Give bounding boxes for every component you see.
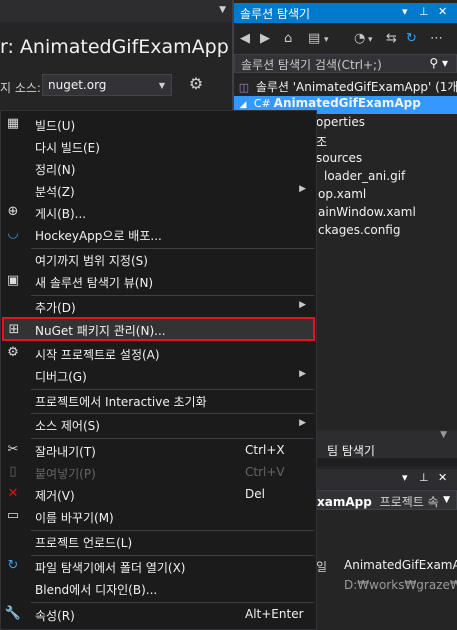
solution-search-input[interactable]: 솔루션 탐색기 검색(Ctrl+;) ⚲ ▾: [234, 54, 457, 73]
close-icon[interactable]: ✕: [438, 471, 447, 484]
close-icon[interactable]: ✕: [438, 5, 447, 18]
chevron-down-icon: ▼: [158, 81, 165, 90]
pin-icon[interactable]: ⊥: [419, 471, 429, 484]
settings-gear-icon[interactable]: ⚙: [186, 74, 206, 94]
project-context-menu: ▦ 빌드(U) 다시 빌드(E) 정리(N) 분석(Z) ▶ ⊕ 게시(B)..…: [0, 110, 317, 630]
package-source-label: 지 소스:: [0, 81, 41, 95]
solution-explorer-toolbar: ◀ ▶ ⌂ ▤ ▾ ◔ ▾ ⇆ ↻ ⋯: [234, 27, 457, 53]
solution-explorer-title: 솔루션 탐색기: [240, 7, 311, 21]
scroll-down-icon[interactable]: ▼: [440, 430, 447, 440]
solution-icon: ◫: [238, 81, 250, 94]
remove-icon: ✕: [7, 486, 19, 501]
nuget-package-icon: ⊞: [8, 322, 20, 337]
menu-item-properties[interactable]: 🔧 속성(R) Alt+Enter: [1, 604, 316, 625]
solution-explorer-titlebar: 솔루션 탐색기 ▾ ⊥ ✕: [234, 3, 457, 23]
menu-item-hockeyapp[interactable]: ◡ HockeyApp으로 배포...: [1, 224, 316, 245]
search-icon[interactable]: ⚲ ▾: [429, 56, 448, 70]
menu-item-analyze[interactable]: 분석(Z) ▶: [1, 180, 316, 201]
new-view-icon: ▣: [6, 273, 20, 288]
menu-item-remove[interactable]: ✕ 제거(V) Del: [1, 484, 316, 505]
back-icon[interactable]: ◀: [240, 31, 250, 46]
menu-separator: [31, 438, 314, 439]
switch-views-icon[interactable]: ▤: [308, 31, 320, 46]
menu-item-build[interactable]: ▦ 빌드(U): [1, 114, 316, 135]
tree-item-solution[interactable]: ◫ 솔루션 'AnimatedGifExamApp' (1개: [234, 78, 457, 96]
menu-item-manage-nuget[interactable]: ⊞ NuGet 패키지 관리(N)...: [2, 317, 315, 341]
menu-item-debug[interactable]: 디버그(G) ▶: [1, 365, 316, 386]
history-icon[interactable]: ◔: [354, 31, 365, 46]
sync-icon[interactable]: ⇆: [386, 31, 397, 46]
forward-icon[interactable]: ▶: [260, 31, 270, 46]
history-dropdown-icon[interactable]: ▾: [368, 35, 373, 45]
menu-separator: [31, 602, 314, 603]
chevron-down-icon: ▼: [443, 495, 450, 505]
menu-item-init-interactive[interactable]: 프로젝트에서 Interactive 초기화: [1, 390, 316, 411]
package-source-select[interactable]: nuget.org ▼: [42, 74, 172, 96]
menu-item-paste[interactable]: ▯ 붙여넣기(P) Ctrl+V: [1, 462, 316, 483]
home-icon[interactable]: ⌂: [284, 31, 292, 46]
menu-item-unload-project[interactable]: 프로젝트 언로드(L): [1, 531, 316, 552]
page-title: r: AnimatedGifExamApp: [0, 36, 229, 58]
paste-icon: ▯: [9, 464, 17, 479]
tab-dropdown-icon[interactable]: ▼: [219, 5, 226, 15]
submenu-arrow-icon: ▶: [299, 369, 306, 379]
expander-icon[interactable]: ◢: [236, 100, 250, 110]
build-icon: ▦: [6, 116, 20, 131]
object-type: 프로젝트 속: [379, 495, 439, 509]
menu-item-cut[interactable]: ✂ 잘라내기(T) Ctrl+X: [1, 440, 316, 461]
menu-item-scope-to-this[interactable]: 여기까지 범위 지정(S): [1, 249, 316, 270]
menu-item-clean[interactable]: 정리(N): [1, 158, 316, 179]
panel-dropdown-icon[interactable]: ▾: [402, 5, 408, 18]
menu-item-publish[interactable]: ⊕ 게시(B)...: [1, 202, 316, 223]
pin-icon[interactable]: ⊥: [419, 5, 429, 18]
tab-team-explorer[interactable]: 팀 탐색기: [327, 442, 375, 459]
submenu-arrow-icon: ▶: [299, 184, 306, 194]
menu-item-new-explorer-view[interactable]: ▣ 새 솔루션 탐색기 뷰(N): [1, 271, 316, 292]
panel-dropdown-icon[interactable]: ▾: [402, 471, 408, 484]
search-placeholder: 솔루션 탐색기 검색(Ctrl+;): [241, 58, 382, 72]
menu-item-set-startup[interactable]: ⚙ 시작 프로젝트로 설정(A): [1, 343, 316, 364]
switch-views-dropdown-icon[interactable]: ▾: [324, 35, 329, 45]
menu-item-add[interactable]: 추가(D) ▶: [1, 296, 316, 317]
hockeyapp-icon: ◡: [7, 226, 19, 241]
refresh-icon: ↻: [7, 558, 19, 573]
globe-icon: ⊕: [7, 204, 19, 219]
csharp-project-icon: C#: [253, 97, 271, 110]
wrench-icon: 🔧: [4, 606, 22, 621]
rename-icon: ▭: [6, 508, 20, 523]
more-icon[interactable]: ⋯: [430, 31, 443, 46]
package-source-value: nuget.org: [48, 78, 107, 92]
gear-icon: ⚙: [7, 345, 19, 360]
refresh-icon[interactable]: ↻: [406, 31, 417, 46]
menu-item-open-in-explorer[interactable]: ↻ 파일 탐색기에서 폴더 열기(X): [1, 556, 316, 577]
submenu-arrow-icon: ▶: [299, 300, 306, 310]
submenu-arrow-icon: ▶: [299, 418, 306, 428]
menu-item-rename[interactable]: ▭ 이름 바꾸기(M): [1, 506, 316, 527]
menu-item-source-control[interactable]: 소스 제어(S) ▶: [1, 414, 316, 435]
menu-item-design-in-blend[interactable]: Blend에서 디자인(B)...: [1, 578, 316, 599]
menu-item-rebuild[interactable]: 다시 빌드(E): [1, 136, 316, 157]
scissors-icon: ✂: [7, 442, 19, 457]
document-tab-strip: ▼: [0, 0, 232, 22]
